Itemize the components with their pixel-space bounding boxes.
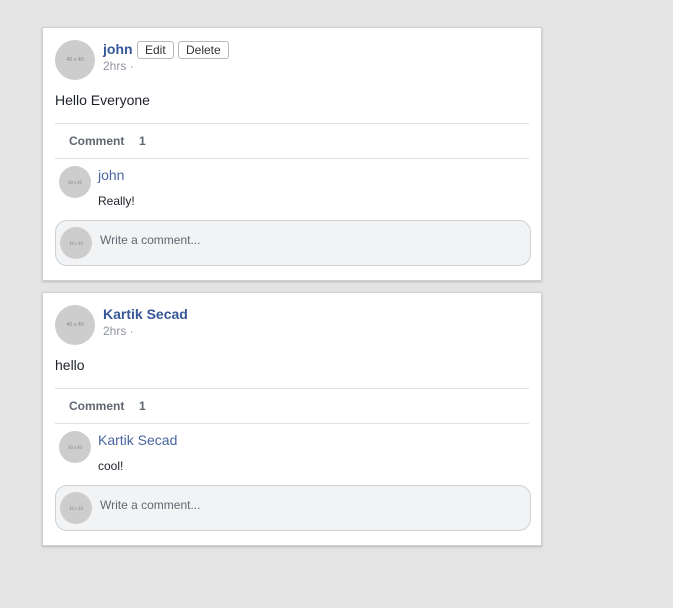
comment-count: 1 <box>139 399 146 413</box>
avatar-placeholder-text: 40 x 40 <box>68 444 82 450</box>
comment-box: 40 x 40 <box>55 485 531 531</box>
comment-box-avatar: 40 x 40 <box>60 227 92 259</box>
comment-author-link[interactable]: Kartik Secad <box>98 432 177 448</box>
comment-avatar[interactable]: 40 x 40 <box>59 166 91 198</box>
post-timestamp[interactable]: 2hrs · <box>103 324 134 338</box>
comment-input[interactable] <box>100 496 520 514</box>
post-card: 40 x 40 Kartik Secad 2hrs · hello Commen… <box>42 292 542 546</box>
comment-text: cool! <box>98 459 124 473</box>
comment-label[interactable]: Comment <box>69 134 124 148</box>
avatar-placeholder-text: 40 x 40 <box>68 179 82 185</box>
comment-avatar[interactable]: 40 x 40 <box>59 431 91 463</box>
post-author-link[interactable]: Kartik Secad <box>103 306 188 322</box>
post-timestamp[interactable]: 2hrs · <box>103 59 134 73</box>
edit-button[interactable]: Edit <box>137 41 174 59</box>
avatar-placeholder-text: 40 x 40 <box>66 322 84 328</box>
delete-button[interactable]: Delete <box>178 41 229 59</box>
comment-count: 1 <box>139 134 146 148</box>
avatar-placeholder-text: 40 x 40 <box>69 240 83 246</box>
divider <box>55 158 529 159</box>
comment-label[interactable]: Comment <box>69 399 124 413</box>
avatar-placeholder-text: 40 x 40 <box>69 505 83 511</box>
post-text: hello <box>55 357 85 373</box>
post-avatar[interactable]: 40 x 40 <box>55 40 95 80</box>
divider <box>55 423 529 424</box>
post-author-link[interactable]: john <box>103 41 133 57</box>
comment-box: 40 x 40 <box>55 220 531 266</box>
avatar-placeholder-text: 40 x 40 <box>66 57 84 63</box>
divider <box>55 123 529 124</box>
post-avatar[interactable]: 40 x 40 <box>55 305 95 345</box>
comment-author-link[interactable]: john <box>98 167 124 183</box>
post-text: Hello Everyone <box>55 92 150 108</box>
comment-box-avatar: 40 x 40 <box>60 492 92 524</box>
comment-text: Really! <box>98 194 135 208</box>
divider <box>55 388 529 389</box>
comment-input[interactable] <box>100 231 520 249</box>
post-card: 40 x 40 john Edit Delete 2hrs · Hello Ev… <box>42 27 542 281</box>
